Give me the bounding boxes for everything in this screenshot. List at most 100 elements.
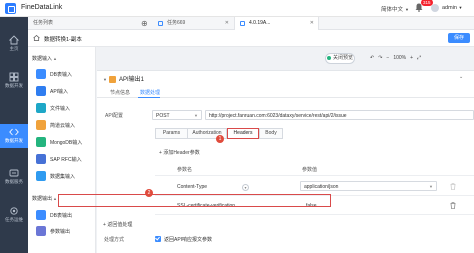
chevron-down-icon: ▼ bbox=[103, 77, 107, 82]
palette-item-dataset-input[interactable]: 数据集输入 bbox=[36, 169, 92, 183]
palette-item-db-output[interactable]: DB表输出 bbox=[36, 208, 92, 222]
output-section-header[interactable]: 数据输出▲ bbox=[32, 195, 57, 202]
api-icon bbox=[36, 86, 46, 96]
home-icon[interactable] bbox=[33, 35, 40, 41]
chevron-down-icon: ▼ bbox=[405, 7, 409, 12]
nav-task-ops[interactable]: 任务运维 bbox=[0, 203, 28, 227]
tab-strip: 任务列表 ⊕ 任务669✕ 4.0.19A...✕ » bbox=[28, 17, 474, 30]
home-icon bbox=[9, 35, 19, 45]
highlight-box bbox=[58, 194, 331, 207]
palette-item-jdy-input[interactable]: 简道云输入 bbox=[36, 118, 92, 132]
parameter-icon bbox=[36, 226, 46, 236]
tab-params[interactable]: Params bbox=[155, 128, 188, 139]
undo-icon[interactable]: ↶ bbox=[370, 55, 374, 61]
annotation-marker-2: 2 bbox=[145, 189, 153, 197]
expand-response-handling[interactable]: + 返回值处理 bbox=[103, 221, 132, 228]
leaf-icon bbox=[36, 137, 46, 147]
col-param-name: 参数名 bbox=[177, 167, 193, 173]
avatar[interactable] bbox=[431, 4, 439, 12]
zoom-out-icon[interactable]: − bbox=[386, 55, 389, 61]
canvas-tools: ↶ ↷ −100% + ⤢ bbox=[370, 55, 425, 61]
language-select[interactable]: 简体中文 ▼ bbox=[381, 5, 409, 13]
tab-data-processing[interactable]: 数据处理 bbox=[140, 89, 160, 96]
app-title: FineDataLink bbox=[21, 4, 63, 11]
file-icon bbox=[36, 103, 46, 113]
nav-home[interactable]: 主页 bbox=[0, 32, 28, 56]
panel-tabs: 节点信息 数据处理 bbox=[97, 87, 474, 98]
chevron-down-icon: ▼ bbox=[429, 184, 433, 189]
palette-item-label: 参数输出 bbox=[50, 229, 71, 235]
palette-item-label: MongoDB输入 bbox=[50, 140, 83, 146]
nav-data-dev-active-label: 数据开发 bbox=[5, 138, 23, 143]
palette-item-file-input[interactable]: 文件输入 bbox=[36, 101, 92, 115]
top-bar: FineDataLink 简体中文 ▼ 315 admin ▼ bbox=[0, 0, 474, 17]
palette-item-mongodb-input[interactable]: MongoDB输入 bbox=[36, 135, 92, 149]
http-method-select[interactable]: POST ▼ bbox=[152, 110, 202, 120]
palette-item-label: DB表输入 bbox=[50, 72, 72, 78]
tab-headers[interactable]: Headers bbox=[227, 128, 259, 139]
palette-item-sap-input[interactable]: SAP RFC输入 bbox=[36, 152, 92, 166]
add-header-button[interactable]: + 添加Header参数 bbox=[159, 149, 200, 156]
checkbox-label: 返回API响应报文参数 bbox=[164, 237, 213, 243]
palette-item-db-input[interactable]: DB表输入 bbox=[36, 67, 92, 81]
zoom-in-icon[interactable]: + bbox=[410, 55, 413, 61]
tab-task-list[interactable]: 任务列表 bbox=[28, 17, 108, 30]
palette-item-label: 简道云输入 bbox=[50, 123, 76, 129]
close-icon[interactable]: ✕ bbox=[310, 17, 314, 30]
input-section-label: 数据输入 bbox=[32, 56, 53, 62]
http-method-value: POST bbox=[156, 113, 170, 119]
user-menu[interactable]: admin ▼ bbox=[442, 5, 462, 11]
main-nav: 主页 数据开发 数据开发 数据服务 任务运维 bbox=[0, 17, 28, 253]
palette-item-label: 文件输入 bbox=[50, 106, 71, 112]
tab-task669[interactable]: 任务669 ✕ bbox=[153, 17, 233, 30]
nav-task-ops-label: 任务运维 bbox=[5, 217, 23, 222]
add-tab-icon[interactable]: ⊕ bbox=[141, 18, 148, 29]
nav-data-dev-label: 数据开发 bbox=[5, 83, 23, 88]
preview-toggle[interactable]: 关闭预览 bbox=[325, 53, 355, 64]
palette-item-param-output[interactable]: 参数输出 bbox=[36, 224, 92, 238]
zoom-level: 100% bbox=[393, 55, 407, 61]
collapse-icon[interactable]: ⌄ bbox=[459, 74, 463, 80]
palette-item-label: 数据集输入 bbox=[50, 174, 76, 180]
tab-body[interactable]: Body bbox=[259, 128, 283, 139]
delete-icon[interactable] bbox=[450, 183, 456, 190]
tab-current[interactable]: 4.0.19A... ✕ bbox=[234, 17, 319, 30]
tab-node-info[interactable]: 节点信息 bbox=[110, 89, 130, 96]
nav-data-service[interactable]: 数据服务 bbox=[0, 165, 28, 189]
fit-screen-icon[interactable]: ⤢ bbox=[417, 55, 421, 61]
panel-title[interactable]: ▼ API输出1 bbox=[103, 74, 144, 83]
gear-icon bbox=[10, 207, 18, 215]
input-section-header[interactable]: 数据输入▲ bbox=[32, 55, 57, 62]
header-row-1-name: Content-Type bbox=[177, 184, 208, 190]
chevron-down-icon[interactable]: ▾ bbox=[242, 184, 249, 191]
palette-item-label: DB表输出 bbox=[50, 213, 72, 219]
header-row-1-value[interactable]: application/json ▼ bbox=[300, 181, 437, 191]
api-config-label: API配置 bbox=[105, 113, 124, 119]
api-output-icon bbox=[108, 75, 116, 83]
logo-icon bbox=[5, 3, 16, 14]
database-icon bbox=[36, 69, 46, 79]
tab-task-list-label: 任务列表 bbox=[33, 20, 54, 26]
node-palette: 数据输入▲ DB表输入 API输入 文件输入 简道云输入 MongoDB输入 S… bbox=[28, 47, 96, 253]
palette-item-api-input[interactable]: API输入 bbox=[36, 84, 92, 98]
url-input[interactable]: http://project.fanruan.com:6023/dataxy/s… bbox=[205, 110, 474, 120]
tab-task669-label: 任务669 bbox=[167, 20, 186, 26]
service-icon bbox=[9, 169, 19, 177]
expand-label: 返回值处理 bbox=[107, 222, 133, 228]
nav-data-dev-active[interactable]: 数据开发 bbox=[0, 124, 28, 148]
redo-icon[interactable]: ↷ bbox=[378, 55, 382, 61]
node-config-panel: ▼ API输出1 ⌄ 节点信息 数据处理 API配置 POST ▼ http://p… bbox=[97, 70, 474, 253]
nav-data-dev[interactable]: 数据开发 bbox=[0, 69, 28, 93]
active-tab-indicator bbox=[138, 97, 160, 98]
divider bbox=[155, 175, 474, 176]
palette-item-label: API输入 bbox=[50, 89, 69, 95]
palette-item-label: SAP RFC输入 bbox=[50, 157, 82, 163]
close-icon[interactable]: ✕ bbox=[225, 17, 229, 30]
database-icon bbox=[36, 210, 46, 220]
return-response-checkbox[interactable] bbox=[155, 236, 161, 242]
handle-mode-label: 处理方式 bbox=[104, 237, 125, 243]
save-button[interactable]: 保存 bbox=[448, 33, 470, 43]
task-icon bbox=[158, 21, 163, 26]
delete-icon[interactable] bbox=[450, 202, 456, 209]
dataset-icon bbox=[36, 171, 46, 181]
